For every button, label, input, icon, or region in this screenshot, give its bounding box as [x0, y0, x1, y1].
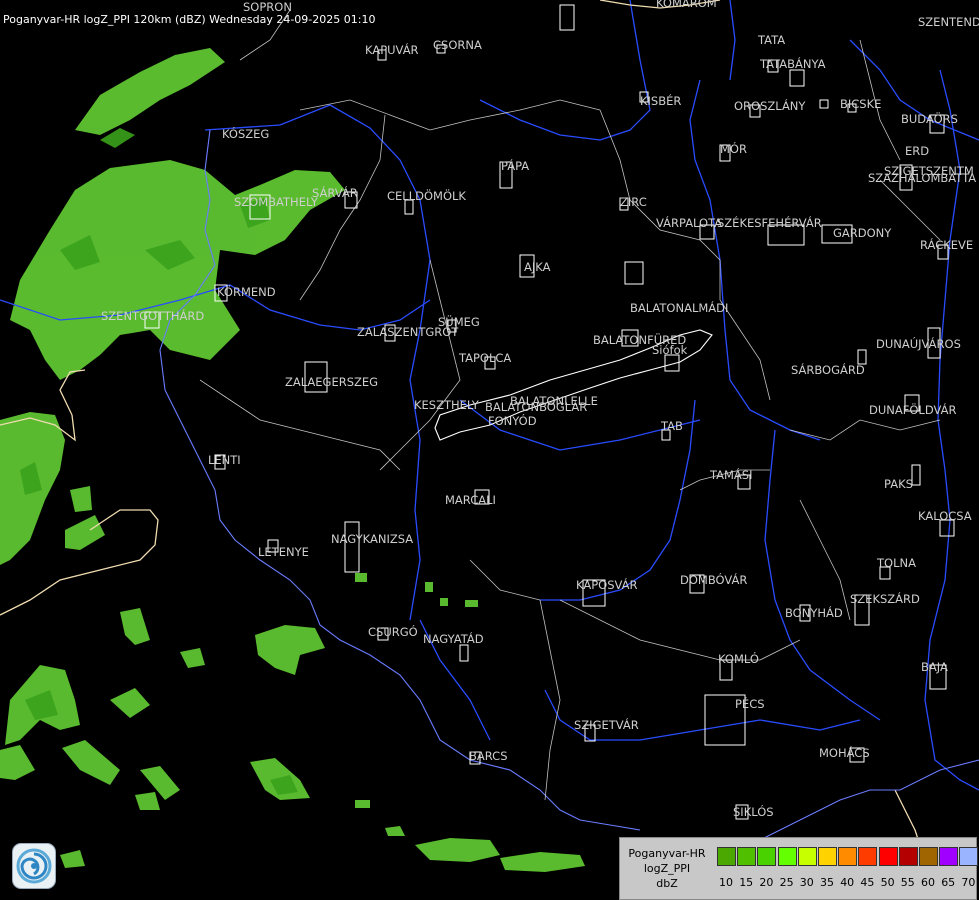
city-label: SZENTGOTTHÁRD [101, 309, 205, 323]
city-label: KÖRMEND [217, 285, 276, 299]
city-label: KAPOSVÁR [576, 578, 638, 592]
legend-swatch [959, 847, 979, 866]
city-label: KESZTHELY [414, 398, 479, 412]
city-label: CELLDÖMÖLK [387, 189, 466, 203]
city-label: MOHÁCS [819, 746, 870, 760]
legend-tick-label: 70 [961, 876, 976, 889]
city-label: KISBÉR [640, 94, 682, 108]
city-label: BALATONALMÁDI [630, 301, 729, 315]
legend-swatch [818, 847, 837, 866]
city-label: SÁRBOGÁRD [791, 363, 865, 377]
city-label: BICSKE [840, 97, 882, 111]
swirl-icon [16, 848, 52, 884]
city-label: SIKLÓS [733, 805, 774, 819]
legend-swatch [838, 847, 858, 866]
city-label: TAMÁSI [710, 468, 753, 482]
radar-logo [12, 843, 56, 889]
city-label: ERD [905, 144, 930, 158]
city-label: TATABÁNYA [760, 57, 826, 71]
city-label: BARCS [469, 749, 508, 763]
city-label: GARDONY [833, 226, 892, 240]
city-label: KOMÁROM [656, 0, 717, 10]
city-label: Siófok [652, 343, 688, 357]
city-label: BAJA [921, 660, 948, 674]
legend-radar-name: Poganyvar-HR [628, 847, 706, 860]
city-label: TAB [661, 419, 683, 433]
city-label: BUDAÖRS [901, 112, 958, 126]
city-label: TATA [758, 33, 786, 47]
city-label: SZAZHALOMBATTA [868, 171, 977, 185]
city-label: SZÉKESFEHÉRVÁR [717, 216, 822, 230]
city-label: CSORNA [433, 38, 482, 52]
city-label: SZEKSZÁRD [850, 592, 920, 606]
city-label: RÁCKEVE [920, 238, 974, 252]
city-label: DUNAÚJVÁROS [876, 337, 961, 351]
radar-map [0, 0, 979, 872]
country-border [0, 0, 921, 846]
city-label: DOMBÓVÁR [680, 573, 748, 587]
city-label: VÁRPALOTA [656, 216, 723, 230]
city-label: ZALASZENTGRÓT [357, 325, 459, 339]
city-label: ZALAEGERSZEG [285, 375, 379, 389]
city-label: DUNAFÖLDVÁR [869, 403, 957, 417]
city-label: SZOMBATHELY [234, 195, 318, 209]
legend-swatch [858, 847, 878, 866]
city-label: AJKA [524, 260, 551, 274]
city-label: LETENYE [258, 545, 309, 559]
legend-unit: dbZ [656, 877, 678, 890]
legend-swatch [717, 847, 736, 866]
legend-swatch [797, 847, 817, 866]
city-label: PÉCS [735, 697, 765, 711]
legend-product: logZ_PPI [643, 862, 691, 875]
city-label: LENTI [208, 453, 241, 467]
city-label: NAGYATÁD [423, 632, 484, 646]
city-label: MARCALI [445, 493, 496, 507]
city-label: TAPOLCA [459, 351, 512, 365]
city-label: KÓSZEG [222, 127, 270, 141]
legend-swatch [757, 847, 777, 866]
city-label: MÓR [720, 142, 747, 156]
city-label: BALATONBOGLÁR [485, 400, 588, 414]
legend-swatch [777, 847, 797, 866]
city-label: KALOCSA [918, 509, 972, 523]
city-label: FONYÓD [488, 414, 537, 428]
legend-swatch [737, 847, 757, 866]
city-label: ZIRC [620, 195, 647, 209]
city-label: PAKS [884, 477, 913, 491]
city-label: NAGYKANIZSA [331, 532, 414, 546]
city-label: CSURGÓ [368, 625, 418, 639]
city-label: TOLNA [877, 556, 916, 570]
city-label: OROSZLÁNY [734, 99, 806, 113]
rivers [0, 0, 979, 791]
map-title: Poganyvar-HR logZ_PPI 120km (dBZ) Wednes… [3, 13, 376, 26]
city-label: KOMLÓ [718, 652, 759, 666]
legend-swatch [878, 847, 898, 866]
city-label: SOPRON [243, 0, 292, 14]
city-label: SZENTENDRE [918, 15, 979, 29]
city-label: PÁPA [501, 159, 530, 173]
legend-swatch [898, 847, 918, 866]
city-label: SÁRVÁR [312, 186, 358, 200]
dbz-legend: Poganyvar-HR logZ_PPI dbZ 10 15 20 25 30 35 40… [619, 837, 979, 900]
legend-swatch [919, 847, 938, 866]
legend-swatch [939, 847, 959, 866]
city-label: SZIGETVÁR [574, 718, 639, 732]
city-label: KAPUVÁR [365, 43, 419, 57]
city-label: BONYHÁD [785, 606, 843, 620]
